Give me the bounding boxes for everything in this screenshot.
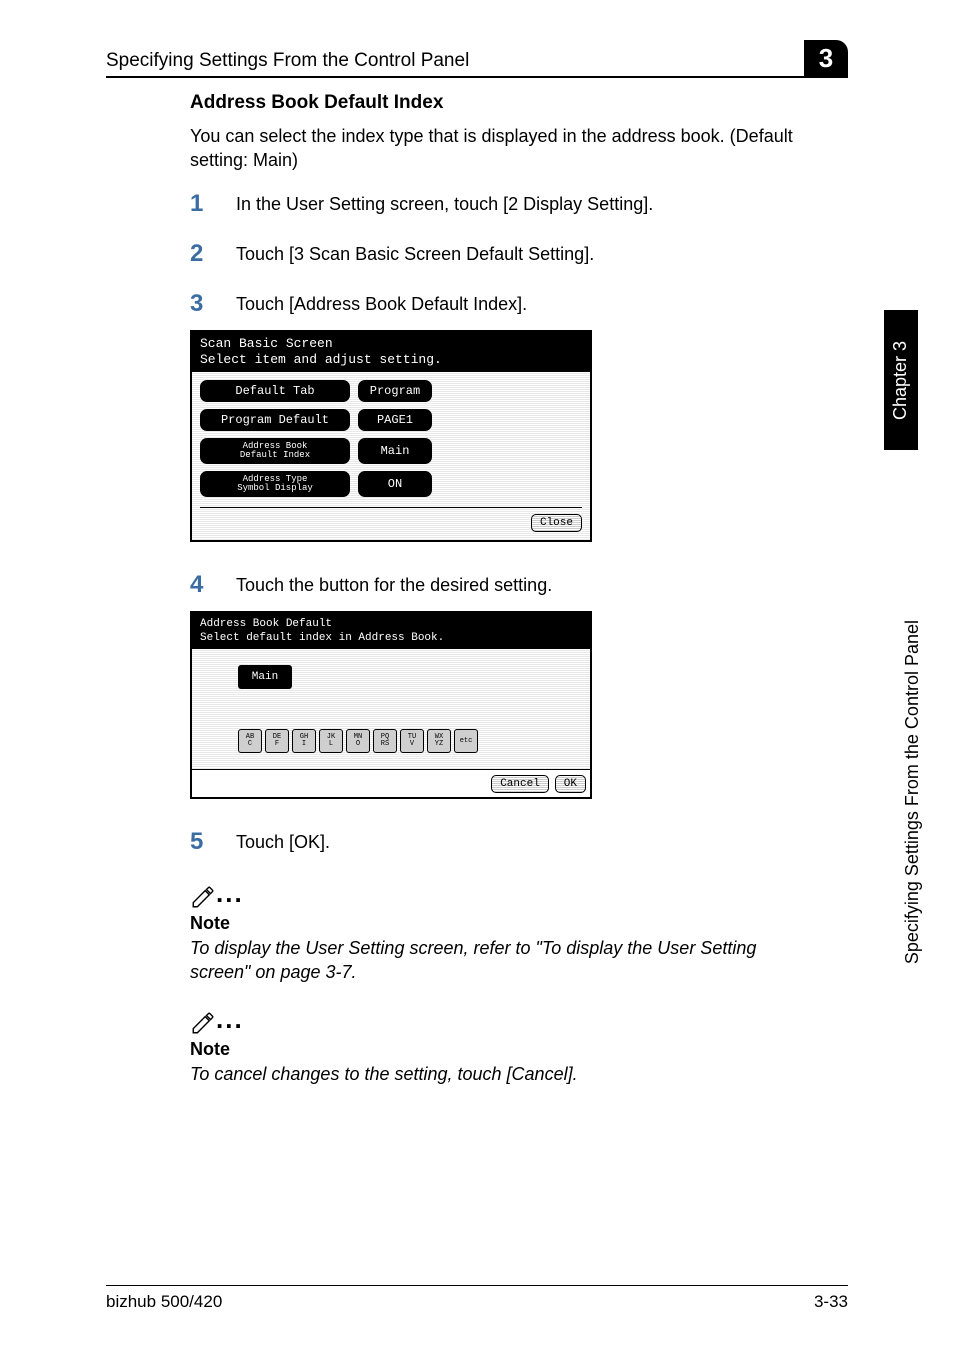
section-intro: You can select the index type that is di… [190, 124, 812, 173]
note-heading: Note [190, 913, 812, 934]
step-number: 1 [190, 191, 236, 217]
step-text: Touch [OK]. [236, 829, 812, 853]
step-2: 2 Touch [3 Scan Basic Screen Default Set… [190, 241, 812, 267]
step-text: Touch [3 Scan Basic Screen Default Setti… [236, 241, 812, 265]
step-text: Touch the button for the desired setting… [236, 572, 812, 596]
address-type-symbol-display-value[interactable]: ON [358, 471, 432, 497]
lcd-screen-scan-basic: Scan Basic Screen Select item and adjust… [190, 330, 592, 543]
chapter-number-badge: 3 [804, 40, 848, 76]
lcd-body: Default Tab Program Program Default PAGE… [192, 372, 590, 540]
note-block: ... Note To cancel changes to the settin… [190, 1006, 812, 1086]
pencil-icon [190, 1010, 216, 1036]
lcd-title-line1: Scan Basic Screen [200, 336, 582, 352]
default-tab-button[interactable]: Default Tab [200, 380, 350, 402]
address-type-symbol-display-button[interactable]: Address Type Symbol Display [200, 471, 350, 497]
index-tab-ghi[interactable]: GHI [292, 729, 316, 753]
index-tab-abc[interactable]: ABC [238, 729, 262, 753]
section-title: Address Book Default Index [190, 92, 812, 114]
main-button[interactable]: Main [238, 665, 292, 689]
address-book-default-index-button[interactable]: Address Book Default Index [200, 438, 350, 464]
note-block: ... Note To display the User Setting scr… [190, 880, 812, 985]
step-3: 3 Touch [Address Book Default Index]. [190, 291, 812, 317]
step-number: 3 [190, 291, 236, 317]
note-text: To cancel changes to the setting, touch … [190, 1062, 812, 1086]
lcd-title-line2: Select item and adjust setting. [200, 352, 582, 368]
index-tab-pqrs[interactable]: PQRS [373, 729, 397, 753]
page-footer: bizhub 500/420 3-33 [106, 1285, 848, 1312]
index-tab-etc[interactable]: etc [454, 729, 478, 753]
side-section-label: Specifying Settings From the Control Pan… [902, 620, 923, 964]
step-number: 5 [190, 829, 236, 855]
ellipsis-icon: ... [216, 878, 244, 908]
side-chapter-label: Chapter 3 [891, 340, 912, 419]
close-button[interactable]: Close [531, 514, 582, 532]
address-book-default-index-value[interactable]: Main [358, 438, 432, 464]
step-number: 4 [190, 572, 236, 598]
program-default-value[interactable]: PAGE1 [358, 409, 432, 431]
ok-button[interactable]: OK [555, 775, 586, 793]
cancel-button[interactable]: Cancel [491, 775, 549, 793]
footer-product-name: bizhub 500/420 [106, 1292, 222, 1312]
step-1: 1 In the User Setting screen, touch [2 D… [190, 191, 812, 217]
page-header: Specifying Settings From the Control Pan… [106, 40, 848, 78]
index-tab-tuv[interactable]: TUV [400, 729, 424, 753]
step-text: Touch [Address Book Default Index]. [236, 291, 812, 315]
footer-page-number: 3-33 [814, 1292, 848, 1312]
note-heading: Note [190, 1039, 812, 1060]
step-text: In the User Setting screen, touch [2 Dis… [236, 191, 812, 215]
lcd2-title-line1: Address Book Default [200, 617, 582, 631]
index-tab-mno[interactable]: MNO [346, 729, 370, 753]
running-head-title: Specifying Settings From the Control Pan… [106, 50, 469, 72]
step-number: 2 [190, 241, 236, 267]
lcd-screen-address-book-default: Address Book Default Select default inde… [190, 611, 592, 800]
content-column: Address Book Default Index You can selec… [190, 92, 812, 1087]
index-tab-wxyz[interactable]: WXYZ [427, 729, 451, 753]
ellipsis-icon: ... [216, 1004, 244, 1034]
note-text: To display the User Setting screen, refe… [190, 936, 812, 985]
step-5: 5 Touch [OK]. [190, 829, 812, 855]
lcd2-title-line2: Select default index in Address Book. [200, 631, 582, 645]
step-4: 4 Touch the button for the desired setti… [190, 572, 812, 598]
index-tabs-row: ABC DEF GHI JKL MNO PQRS TUV WXYZ etc [238, 729, 580, 753]
index-tab-def[interactable]: DEF [265, 729, 289, 753]
lcd-title-bar: Scan Basic Screen Select item and adjust… [192, 332, 590, 373]
pencil-icon [190, 884, 216, 910]
default-tab-value[interactable]: Program [358, 380, 432, 402]
lcd-title-bar: Address Book Default Select default inde… [192, 613, 590, 650]
side-chapter-box: Chapter 3 [884, 310, 918, 450]
program-default-button[interactable]: Program Default [200, 409, 350, 431]
index-tab-jkl[interactable]: JKL [319, 729, 343, 753]
lcd-body: Main ABC DEF GHI JKL MNO PQRS TUV WXYZ e… [192, 649, 590, 769]
